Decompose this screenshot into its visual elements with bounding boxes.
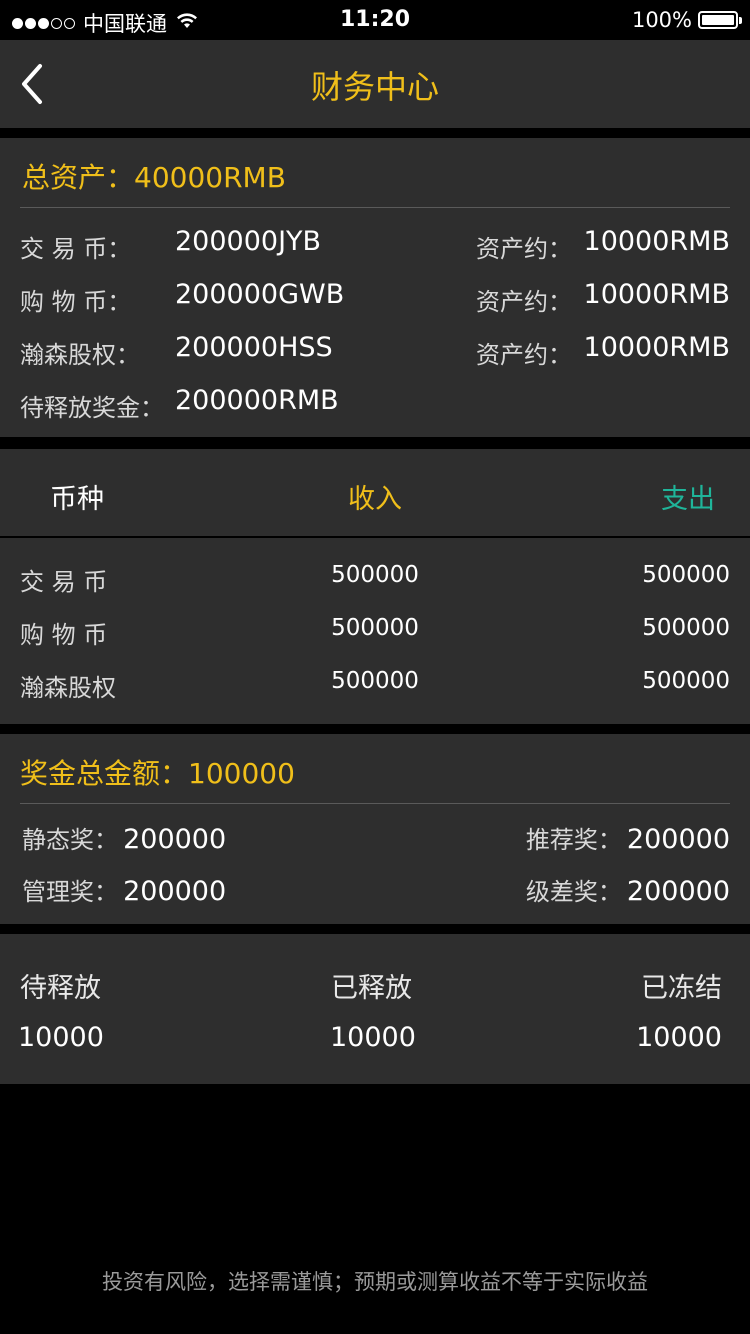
assets-panel: 总资产：40000RMB 交 易 币： 200000JYB 资产约： 10000…	[0, 138, 750, 437]
asset-approx-value: 10000RMB	[583, 279, 730, 310]
release-value-released: 10000	[330, 1022, 416, 1053]
asset-row-label: 待释放奖金：	[20, 394, 164, 422]
table-row-expense: 500000	[642, 668, 730, 694]
asset-row-amount: 200000RMB	[175, 385, 339, 416]
bonus-item: 静态奖： 200000	[22, 820, 226, 855]
nav-bar: 财务中心	[0, 40, 750, 128]
bonus-item-value: 200000	[626, 824, 730, 855]
table-row-expense: 500000	[642, 562, 730, 588]
asset-row-amount: 200000HSS	[175, 332, 333, 363]
asset-approx-label: 资产约：	[476, 288, 572, 316]
table-row-expense: 500000	[642, 615, 730, 641]
asset-row-label: 交 易 币：	[20, 235, 132, 263]
total-assets-label: 总资产：	[22, 161, 135, 194]
bonus-item-label: 推荐奖：	[525, 826, 622, 854]
asset-approx-value: 10000RMB	[583, 226, 730, 257]
currency-table-body: 交 易 币 500000 500000 购 物 币 500000 500000 …	[0, 538, 750, 724]
bonus-item-label: 静态奖：	[22, 826, 118, 854]
bonus-item-label: 级差奖：	[525, 878, 622, 906]
bonus-total-value: 100000	[188, 757, 295, 790]
status-bar: 中国联通 11:20 100%	[0, 0, 750, 40]
asset-row-label: 瀚森股权：	[20, 341, 140, 369]
bonus-item: 管理奖： 200000	[22, 872, 226, 907]
table-row-income: 500000	[331, 615, 419, 641]
risk-disclaimer: 投资有风险，选择需谨慎；预期或测算收益不等于实际收益	[102, 1270, 648, 1294]
total-assets-value: 40000RMB	[134, 161, 286, 194]
bonus-item: 推荐奖： 200000	[526, 820, 730, 855]
asset-approx-label: 资产约：	[476, 235, 572, 263]
currency-table-header: 币种 收入 支出	[0, 449, 750, 536]
bonus-panel: 奖金总金额：100000 静态奖： 200000 推荐奖： 200000 管理奖…	[0, 734, 750, 924]
column-header-expense: 支出	[661, 484, 715, 515]
asset-row-amount: 200000GWB	[175, 279, 345, 310]
divider	[20, 207, 730, 208]
total-assets: 总资产：40000RMB	[22, 156, 286, 196]
battery-percent: 100%	[631, 8, 692, 32]
asset-row-label: 购 物 币：	[20, 288, 132, 316]
bonus-total-label: 奖金总金额：	[20, 757, 189, 790]
status-right: 100%	[631, 8, 742, 32]
column-header-income: 收入	[348, 484, 402, 515]
bonus-item-label: 管理奖：	[22, 878, 118, 906]
asset-approx-label: 资产约：	[476, 341, 572, 369]
bonus-item-value: 200000	[626, 876, 730, 907]
release-value-frozen: 10000	[636, 1022, 722, 1053]
asset-row-amount: 200000JYB	[175, 226, 322, 257]
bonus-item-value: 200000	[123, 876, 227, 907]
asset-approx-value: 10000RMB	[583, 332, 730, 363]
battery-icon	[698, 11, 742, 29]
release-label-frozen: 已冻结	[641, 973, 722, 1004]
bonus-total: 奖金总金额：100000	[20, 752, 295, 792]
release-label-pending: 待释放	[20, 973, 101, 1004]
release-value-pending: 10000	[18, 1022, 104, 1053]
table-row-income: 500000	[331, 668, 419, 694]
table-row-income: 500000	[331, 562, 419, 588]
release-panel: 待释放 10000 已释放 10000 已冻结 10000	[0, 934, 750, 1084]
page-title: 财务中心	[310, 68, 439, 106]
release-label-released: 已释放	[331, 973, 412, 1004]
bonus-item: 级差奖： 200000	[526, 872, 730, 907]
divider	[20, 803, 730, 804]
bonus-item-value: 200000	[123, 824, 227, 855]
